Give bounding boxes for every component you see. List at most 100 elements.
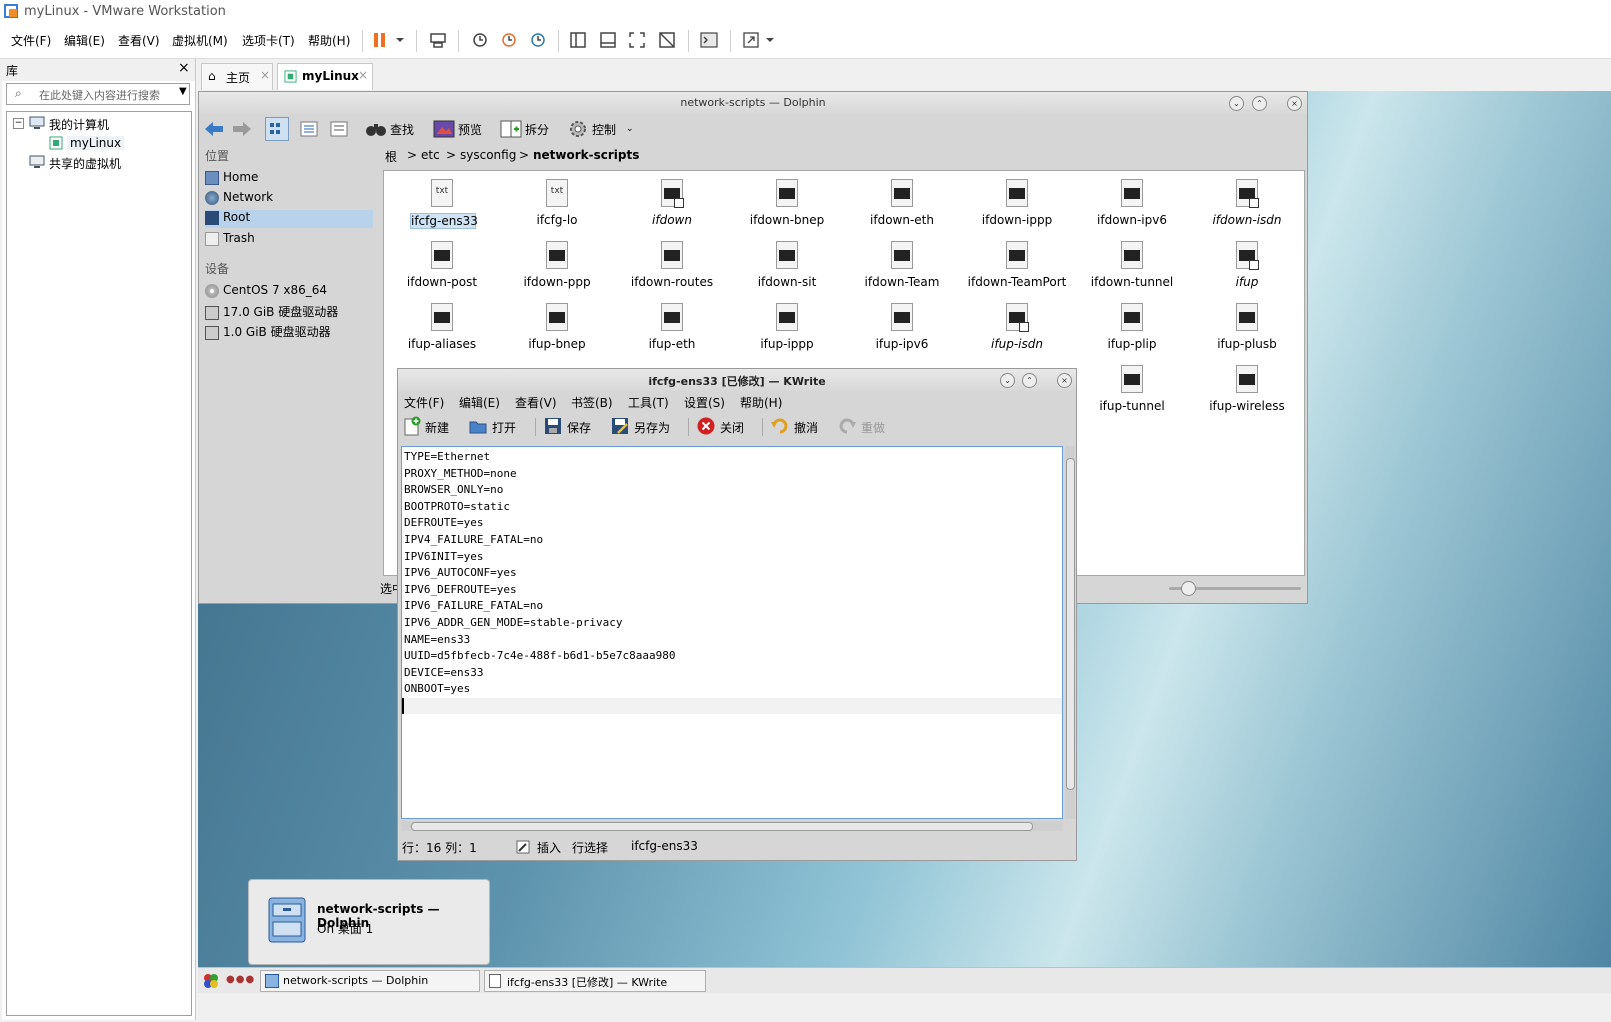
- back-arrow-icon[interactable]: [203, 119, 225, 139]
- details-view-icon[interactable]: [327, 117, 351, 141]
- terminal-icon[interactable]: [699, 30, 719, 50]
- menu-help[interactable]: 帮助(H): [308, 32, 350, 49]
- place-trash[interactable]: Trash: [205, 231, 373, 249]
- maximize-icon[interactable]: ⌃: [1252, 96, 1267, 111]
- tree-shared-vms[interactable]: 共享的虚拟机: [49, 155, 121, 172]
- menu-view[interactable]: 查看(V): [118, 32, 160, 49]
- tree-vm-mylinux[interactable]: myLinux: [67, 136, 125, 150]
- preview-button[interactable]: 预览: [458, 121, 482, 138]
- stretch-icon[interactable]: [741, 30, 761, 50]
- selection-mode[interactable]: 行选择: [572, 839, 608, 856]
- device-cdrom[interactable]: CentOS 7 x86_64: [205, 283, 373, 301]
- editor-line[interactable]: TYPE=Ethernet: [404, 449, 490, 465]
- pager-dots-icon[interactable]: ●●●: [226, 974, 255, 985]
- breadcrumb-root[interactable]: 根: [385, 148, 397, 165]
- open-folder-icon[interactable]: [468, 416, 488, 436]
- file-item[interactable]: ifup-ippp: [731, 301, 843, 363]
- menu-file[interactable]: 文件(F): [11, 32, 51, 49]
- control-button[interactable]: 控制: [592, 121, 616, 138]
- vertical-scrollbar[interactable]: [1065, 446, 1075, 819]
- editor-line[interactable]: UUID=d5fbfecb-7c4e-488f-b6d1-b5e7c8aaa98…: [404, 648, 676, 664]
- editor-line[interactable]: PROXY_METHOD=none: [404, 466, 517, 482]
- save-button[interactable]: 保存: [567, 419, 591, 436]
- save-as-button[interactable]: 另存为: [634, 419, 670, 436]
- editor-text-area[interactable]: TYPE=Ethernet PROXY_METHOD=none BROWSER_ON…: [401, 446, 1063, 819]
- snapshot-manager-icon[interactable]: [528, 30, 548, 50]
- file-item[interactable]: ifup-isdn: [961, 301, 1073, 363]
- redo-button[interactable]: 重做: [861, 419, 885, 436]
- file-item[interactable]: ifdown-Team: [846, 239, 958, 301]
- binoculars-icon[interactable]: [365, 119, 387, 139]
- save-as-icon[interactable]: [610, 416, 630, 436]
- scrollbar-thumb[interactable]: [1066, 458, 1075, 790]
- file-item[interactable]: ifdown-sit: [731, 239, 843, 301]
- editor-line[interactable]: IPV6INIT=yes: [404, 549, 483, 565]
- file-item[interactable]: ifup-ipv6: [846, 301, 958, 363]
- kw-menu-help[interactable]: 帮助(H): [740, 394, 782, 411]
- close-icon[interactable]: ×: [1057, 373, 1072, 388]
- new-button[interactable]: 新建: [425, 419, 449, 436]
- device-disk-17[interactable]: 17.0 GiB 硬盘驱动器: [205, 303, 373, 321]
- file-item[interactable]: ifdown-routes: [616, 239, 728, 301]
- editor-line[interactable]: DEFROUTE=yes: [404, 515, 483, 531]
- new-document-icon[interactable]: [402, 416, 422, 436]
- editor-line[interactable]: NAME=ens33: [404, 632, 470, 648]
- pause-icon[interactable]: [370, 30, 390, 50]
- editor-line[interactable]: ONBOOT=yes: [404, 681, 470, 697]
- scrollbar-thumb[interactable]: [411, 822, 1033, 831]
- preview-icon[interactable]: [433, 119, 455, 139]
- kw-menu-file[interactable]: 文件(F): [404, 394, 444, 411]
- guest-desktop[interactable]: network-scripts — Dolphin ⌄ ⌃ × 查找 预览 拆分…: [198, 91, 1611, 967]
- editor-line[interactable]: IPV6_AUTOCONF=yes: [404, 565, 517, 581]
- collapse-icon[interactable]: −: [13, 118, 24, 129]
- menu-vm[interactable]: 虚拟机(M): [172, 32, 228, 49]
- editor-line[interactable]: BOOTPROTO=static: [404, 499, 510, 515]
- close-document-icon[interactable]: [696, 416, 716, 436]
- send-keys-icon[interactable]: [428, 30, 448, 50]
- undo-button[interactable]: 撤消: [794, 419, 818, 436]
- dolphin-title-bar[interactable]: network-scripts — Dolphin ⌄ ⌃ ×: [199, 92, 1307, 114]
- kw-menu-settings[interactable]: 设置(S): [684, 394, 725, 411]
- minimize-icon[interactable]: ⌄: [1229, 96, 1244, 111]
- menu-edit[interactable]: 编辑(E): [64, 32, 105, 49]
- tab-mylinux[interactable]: myLinux ×: [277, 63, 373, 90]
- minimize-icon[interactable]: ⌄: [1000, 373, 1015, 388]
- undo-icon[interactable]: [770, 416, 790, 436]
- close-icon[interactable]: ×: [1287, 96, 1302, 111]
- file-item[interactable]: ifup-bnep: [501, 301, 613, 363]
- split-button[interactable]: 拆分: [525, 121, 549, 138]
- chevron-down-icon[interactable]: ⌄: [626, 124, 634, 134]
- insert-mode[interactable]: 插入: [537, 839, 561, 856]
- breadcrumb-network-scripts[interactable]: network-scripts: [533, 148, 639, 162]
- file-item[interactable]: ifup-tunnel: [1076, 363, 1188, 425]
- kw-menu-tools[interactable]: 工具(T): [628, 394, 669, 411]
- device-disk-1[interactable]: 1.0 GiB 硬盘驱动器: [205, 323, 373, 341]
- file-item[interactable]: ifup-eth: [616, 301, 728, 363]
- fullscreen-icon[interactable]: [627, 30, 647, 50]
- file-item[interactable]: ifdown-tunnel: [1076, 239, 1188, 301]
- chevron-down-icon[interactable]: [394, 30, 406, 50]
- editor-line[interactable]: IPV4_FAILURE_FATAL=no: [404, 532, 543, 548]
- forward-arrow-icon[interactable]: [231, 119, 253, 139]
- console-view-icon[interactable]: [598, 30, 618, 50]
- horizontal-scrollbar[interactable]: [401, 821, 1063, 831]
- unity-icon[interactable]: [657, 30, 677, 50]
- save-icon[interactable]: [543, 416, 563, 436]
- breadcrumb-etc[interactable]: etc: [421, 148, 440, 162]
- editor-line[interactable]: DEVICE=ens33: [404, 665, 483, 681]
- file-item[interactable]: ifdown-eth: [846, 177, 958, 239]
- taskbar-item-kwrite[interactable]: ifcfg-ens33 [已修改] — KWrite: [484, 970, 706, 992]
- editor-line[interactable]: IPV6_DEFROUTE=yes: [404, 582, 517, 598]
- icons-view-icon[interactable]: [265, 117, 289, 141]
- file-item[interactable]: ifup: [1191, 239, 1303, 301]
- file-item[interactable]: ifdown: [616, 177, 728, 239]
- snapshot-icon[interactable]: [470, 30, 490, 50]
- close-button[interactable]: 关闭: [720, 419, 744, 436]
- kw-menu-edit[interactable]: 编辑(E): [459, 394, 500, 411]
- editor-line[interactable]: BROWSER_ONLY=no: [404, 482, 503, 498]
- file-item[interactable]: ifdown-isdn: [1191, 177, 1303, 239]
- chevron-down-icon[interactable]: [764, 30, 776, 50]
- library-view-icon[interactable]: [568, 30, 588, 50]
- open-button[interactable]: 打开: [492, 419, 516, 436]
- file-item[interactable]: ifdown-post: [386, 239, 498, 301]
